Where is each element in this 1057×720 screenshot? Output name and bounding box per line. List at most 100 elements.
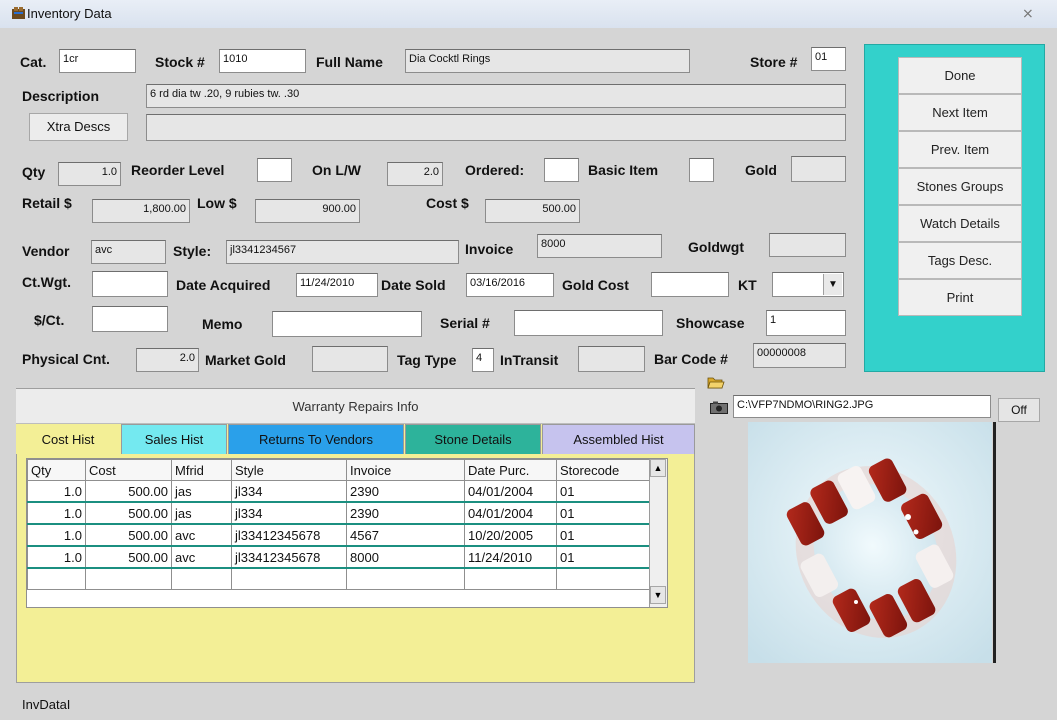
description-label: Description	[22, 88, 100, 104]
cell-invoice: 2390	[346, 480, 465, 503]
market-gold-field[interactable]	[312, 346, 388, 372]
image-divider	[993, 422, 996, 663]
reorder-field[interactable]	[257, 158, 292, 182]
image-path-field[interactable]: C:\VFP7NDMO\RING2.JPG	[733, 395, 991, 418]
physical-cnt-field[interactable]: 2.0	[136, 348, 199, 372]
tab-stone-details[interactable]: Stone Details	[405, 424, 541, 454]
camera-icon[interactable]	[710, 401, 728, 414]
tab-assembled-hist[interactable]: Assembled Hist	[542, 424, 695, 454]
bar-code-label: Bar Code #	[654, 351, 728, 367]
table-row[interactable]: 1.0 500.00 avc jl33412345678 8000 11/24/…	[27, 545, 652, 569]
store-field[interactable]: 01	[811, 47, 846, 71]
column-header-cost[interactable]: Cost	[85, 459, 172, 481]
tag-type-field[interactable]: 4	[472, 348, 494, 372]
window-title: Inventory Data	[27, 6, 112, 21]
xtra-descs-field[interactable]	[146, 114, 846, 141]
style-field[interactable]: jl3341234567	[226, 240, 459, 264]
ctwgt-field[interactable]	[92, 271, 168, 297]
close-icon[interactable]: ⨯	[1022, 5, 1034, 22]
table-row[interactable]: 1.0 500.00 avc jl33412345678 4567 10/20/…	[27, 523, 652, 547]
next-item-button[interactable]: Next Item	[898, 94, 1022, 131]
stock-label: Stock #	[155, 54, 205, 70]
cost-label: Cost $	[426, 195, 469, 211]
cell-qty: 1.0	[27, 545, 86, 569]
ordered-field[interactable]	[544, 158, 579, 182]
stones-groups-button[interactable]: Stones Groups	[898, 168, 1022, 205]
cell-style: jl33412345678	[231, 523, 347, 547]
column-header-qty[interactable]: Qty	[27, 459, 86, 481]
column-header-mfrid[interactable]: Mfrid	[171, 459, 232, 481]
bar-code-field[interactable]: 00000008	[753, 343, 846, 368]
invoice-field[interactable]: 8000	[537, 234, 662, 258]
vendor-field[interactable]: avc	[91, 240, 166, 264]
off-button[interactable]: Off	[998, 398, 1040, 422]
column-header-style[interactable]: Style	[231, 459, 347, 481]
basic-item-label: Basic Item	[588, 162, 659, 178]
low-field[interactable]: 900.00	[255, 199, 360, 223]
grid-scrollbar[interactable]: ▲ ▼	[649, 459, 667, 607]
on-lw-field[interactable]: 2.0	[387, 162, 443, 186]
ctwgt-label: Ct.Wgt.	[22, 274, 71, 290]
invoice-label: Invoice	[465, 241, 514, 257]
vendor-label: Vendor	[22, 243, 70, 259]
gold-field[interactable]	[791, 156, 846, 182]
cell-mfrid: jas	[171, 501, 232, 525]
gold-cost-field[interactable]	[651, 272, 729, 297]
goldwgt-field[interactable]	[769, 233, 846, 257]
title-bar	[0, 0, 1057, 28]
column-header-invoice[interactable]: Invoice	[346, 459, 465, 481]
cell-invoice: 2390	[346, 501, 465, 525]
watch-details-button[interactable]: Watch Details	[898, 205, 1022, 242]
cost-history-grid[interactable]: Qty Cost Mfrid Style Invoice Date Purc. …	[26, 458, 668, 608]
cell-qty: 1.0	[27, 523, 86, 547]
per-ct-label: $/Ct.	[34, 312, 65, 328]
table-row[interactable]: 1.0 500.00 jas jl334 2390 04/01/2004 01	[27, 501, 652, 525]
showcase-field[interactable]: 1	[766, 310, 846, 336]
cell-storecode: 01	[556, 523, 652, 547]
chevron-down-icon[interactable]: ▼	[823, 274, 842, 295]
prev-item-button[interactable]: Prev. Item	[898, 131, 1022, 168]
table-row-empty[interactable]	[27, 567, 652, 590]
description-field[interactable]: 6 rd dia tw .20, 9 rubies tw. .30	[146, 84, 846, 108]
full-name-label: Full Name	[316, 54, 383, 70]
style-label: Style:	[173, 243, 212, 259]
form-name-label: InvDataI	[22, 697, 71, 712]
serial-field[interactable]	[514, 310, 663, 336]
basic-item-field[interactable]	[689, 158, 714, 182]
in-transit-field[interactable]	[578, 346, 645, 372]
retail-field[interactable]: 1,800.00	[92, 199, 190, 223]
xtra-descs-button[interactable]: Xtra Descs	[29, 113, 128, 141]
cat-field[interactable]: 1cr	[59, 49, 136, 73]
scroll-up-icon[interactable]: ▲	[650, 459, 666, 477]
stock-field[interactable]: 1010	[219, 49, 306, 73]
cost-field[interactable]: 500.00	[485, 199, 580, 223]
column-header-date-purc[interactable]: Date Purc.	[464, 459, 557, 481]
tags-desc-button[interactable]: Tags Desc.	[898, 242, 1022, 279]
cell-storecode: 01	[556, 480, 652, 503]
kt-select[interactable]: ▼	[772, 272, 844, 297]
folder-open-icon[interactable]	[707, 375, 725, 389]
date-acquired-field[interactable]: 11/24/2010	[296, 273, 378, 297]
table-row[interactable]: 1.0 500.00 jas jl334 2390 04/01/2004 01	[27, 480, 652, 503]
date-sold-field[interactable]: 03/16/2016	[466, 273, 554, 297]
physical-cnt-label: Physical Cnt.	[22, 351, 110, 367]
print-button[interactable]: Print	[898, 279, 1022, 316]
tag-type-label: Tag Type	[397, 352, 457, 368]
full-name-field[interactable]: Dia Cocktl Rings	[405, 49, 690, 73]
per-ct-field[interactable]	[92, 306, 168, 332]
tab-sales-hist[interactable]: Sales Hist	[121, 424, 227, 454]
inventory-window: Inventory Data ⨯ Cat. 1cr Stock # 1010 F…	[0, 0, 1057, 720]
done-button[interactable]: Done	[898, 57, 1022, 94]
in-transit-label: InTransit	[500, 352, 559, 368]
cell-date-purc: 10/20/2005	[464, 523, 557, 547]
tab-returns-to-vendors[interactable]: Returns To Vendors	[228, 424, 404, 454]
tab-cost-hist[interactable]: Cost Hist	[16, 424, 120, 454]
column-header-storecode[interactable]: Storecode	[556, 459, 652, 481]
cell-storecode: 01	[556, 545, 652, 569]
scroll-down-icon[interactable]: ▼	[650, 586, 666, 604]
memo-field[interactable]	[272, 311, 422, 337]
cell-invoice: 4567	[346, 523, 465, 547]
retail-label: Retail $	[22, 195, 72, 211]
qty-field[interactable]: 1.0	[58, 162, 121, 186]
gold-cost-label: Gold Cost	[562, 277, 629, 293]
